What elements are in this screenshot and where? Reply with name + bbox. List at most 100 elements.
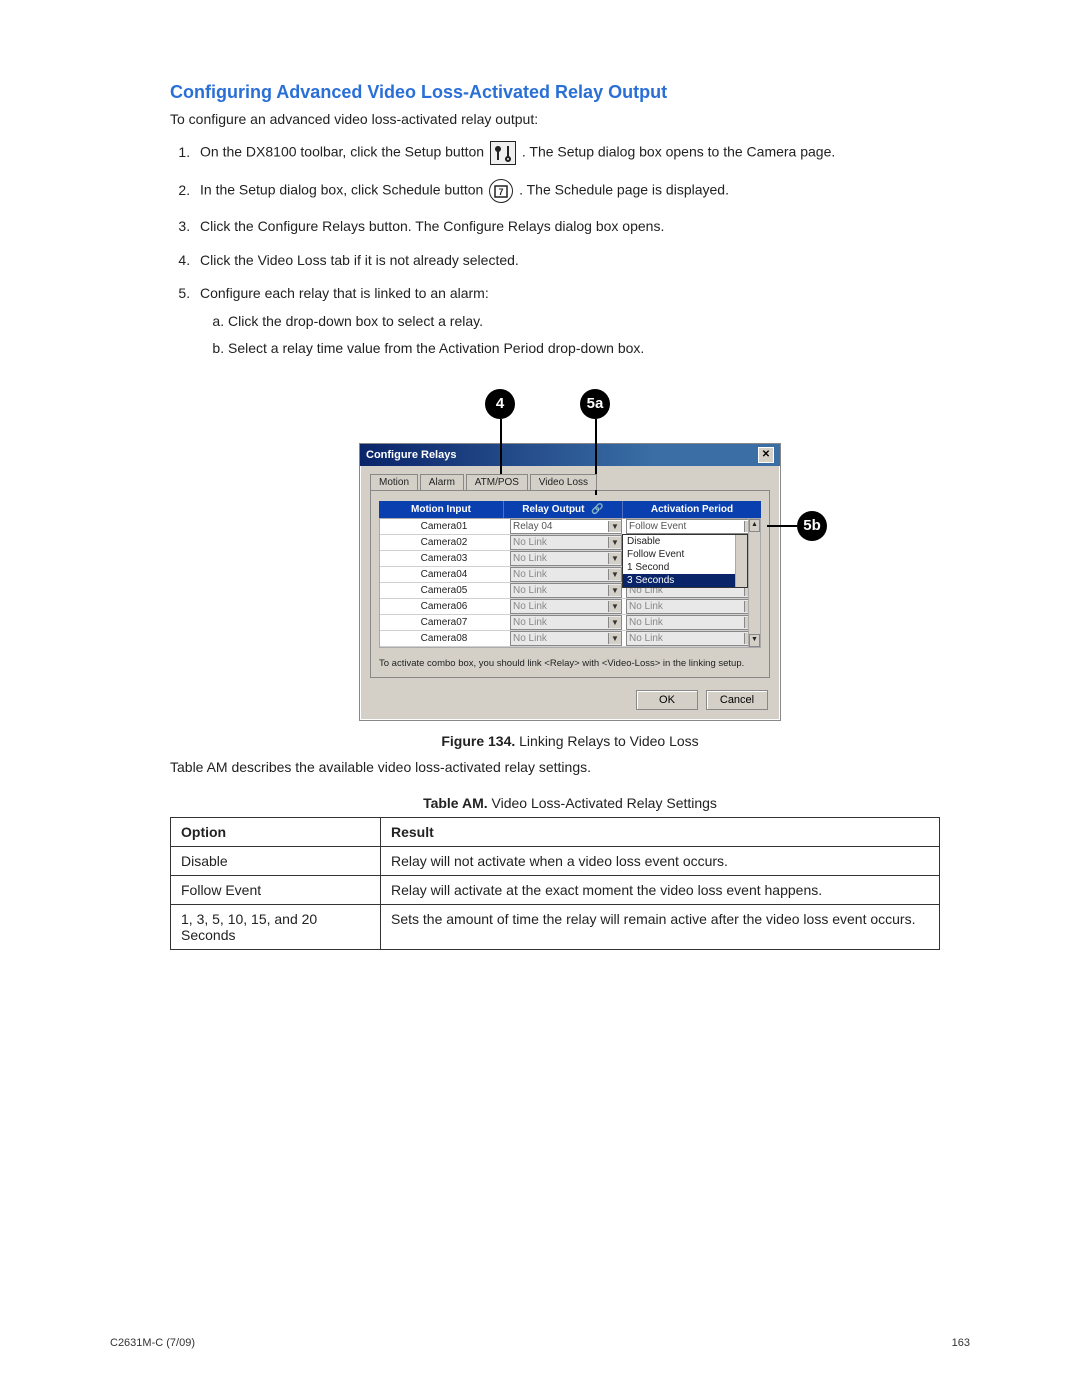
th-option: Option <box>171 817 381 846</box>
section-heading: Configuring Advanced Video Loss-Activate… <box>170 82 970 103</box>
cell-relay-output: No Link▼ <box>508 583 624 598</box>
dropdown-scrollbar[interactable] <box>735 535 747 587</box>
tab-alarm[interactable]: Alarm <box>420 474 464 490</box>
cell-relay-output: No Link▼ <box>508 535 624 550</box>
table-intro: Table AM describes the available video l… <box>170 759 970 775</box>
settings-table: Option Result DisableRelay will not acti… <box>170 817 940 950</box>
col-activation-period: Activation Period <box>623 501 761 518</box>
grid-body: Camera01Relay 04▼Follow Event▼Camera02No… <box>379 518 761 648</box>
tab-motion[interactable]: Motion <box>370 474 418 490</box>
th-result: Result <box>381 817 940 846</box>
cell-result: Relay will not activate when a video los… <box>381 846 940 875</box>
cell-motion-input: Camera02 <box>380 537 508 548</box>
chevron-down-icon: ▼ <box>608 569 621 580</box>
table-caption: Table AM. Video Loss-Activated Relay Set… <box>170 795 970 811</box>
step-1: On the DX8100 toolbar, click the Setup b… <box>194 141 970 165</box>
table-header-row: Option Result <box>171 817 940 846</box>
cell-motion-input: Camera06 <box>380 601 508 612</box>
ok-button[interactable]: OK <box>636 690 698 710</box>
cell-activation-period: Follow Event▼ <box>624 519 760 534</box>
dropdown-option[interactable]: 1 Second <box>623 561 747 574</box>
cell-motion-input: Camera08 <box>380 633 508 644</box>
cell-relay-output: No Link▼ <box>508 615 624 630</box>
relay-output-select: No Link▼ <box>510 631 622 646</box>
relay-output-select: No Link▼ <box>510 615 622 630</box>
chevron-down-icon: ▼ <box>608 633 621 644</box>
dropdown-option[interactable]: Disable <box>623 535 747 548</box>
relay-output-select[interactable]: Relay 04▼ <box>510 519 622 534</box>
callout-4-line <box>500 419 502 479</box>
table-row: Camera06No Link▼No Link▼ <box>380 599 760 615</box>
footer-right: 163 <box>952 1337 970 1349</box>
tab-atmpos[interactable]: ATM/POS <box>466 474 528 490</box>
chevron-down-icon[interactable]: ▼ <box>608 521 621 532</box>
step-5a: Click the drop-down box to select a rela… <box>228 312 970 332</box>
cell-result: Relay will activate at the exact moment … <box>381 875 940 904</box>
relay-output-select: No Link▼ <box>510 583 622 598</box>
table-row: Camera07No Link▼No Link▼ <box>380 615 760 631</box>
activation-period-dropdown[interactable]: DisableFollow Event1 Second3 Seconds <box>622 534 748 588</box>
table-row: Camera08No Link▼No Link▼ <box>380 631 760 647</box>
cell-activation-period: No Link▼ <box>624 631 760 646</box>
step-3: Click the Configure Relays button. The C… <box>194 217 970 237</box>
tab-video-loss[interactable]: Video Loss <box>530 474 597 490</box>
callout-5b: 5b <box>797 511 827 541</box>
page-footer: C2631M-C (7/09) 163 <box>110 1337 970 1349</box>
activation-period-select: No Link▼ <box>626 615 758 630</box>
cell-motion-input: Camera04 <box>380 569 508 580</box>
relay-output-select: No Link▼ <box>510 567 622 582</box>
callout-5a: 5a <box>580 389 610 419</box>
cell-activation-period: No Link▼ <box>624 599 760 614</box>
table-row: Camera01Relay 04▼ Follow Event▼ <box>380 519 760 535</box>
cell-relay-output: No Link▼ <box>508 551 624 566</box>
close-icon[interactable]: ✕ <box>758 447 774 463</box>
grid-header: Motion Input Relay Output 🔗 Activation P… <box>379 501 761 518</box>
cell-option: 1, 3, 5, 10, 15, and 20 Seconds <box>171 904 381 949</box>
cell-relay-output: No Link▼ <box>508 599 624 614</box>
setup-icon <box>490 141 516 165</box>
col-motion-input: Motion Input <box>379 501 504 518</box>
chevron-down-icon: ▼ <box>608 553 621 564</box>
activation-period-select: No Link▼ <box>626 631 758 646</box>
chevron-down-icon: ▼ <box>608 601 621 612</box>
step-5b: Select a relay time value from the Activ… <box>228 339 970 359</box>
cell-relay-output: Relay 04▼ <box>508 519 624 534</box>
scroll-up-icon[interactable]: ▲ <box>749 519 760 532</box>
dialog-title: Configure Relays <box>366 449 456 461</box>
tab-panel-video-loss: Motion Input Relay Output 🔗 Activation P… <box>370 490 770 678</box>
cell-result: Sets the amount of time the relay will r… <box>381 904 940 949</box>
cell-relay-output: No Link▼ <box>508 631 624 646</box>
callout-5b-line <box>767 525 797 527</box>
chevron-down-icon: ▼ <box>608 537 621 548</box>
relay-output-select: No Link▼ <box>510 535 622 550</box>
table-row: 1, 3, 5, 10, 15, and 20 SecondsSets the … <box>171 904 940 949</box>
grid-scrollbar[interactable]: ▲ ▼ <box>748 519 760 647</box>
step-1-text-b: . The Setup dialog box opens to the Came… <box>522 144 835 160</box>
cancel-button[interactable]: Cancel <box>706 690 768 710</box>
configure-relays-dialog: Configure Relays ✕ Motion Alarm ATM/POS … <box>359 443 781 721</box>
figure-caption-label: Figure 134. <box>441 733 515 749</box>
activation-period-select: No Link▼ <box>626 599 758 614</box>
activation-period-select[interactable]: Follow Event▼ <box>626 519 758 534</box>
schedule-icon: 7 <box>489 179 513 203</box>
chevron-down-icon: ▼ <box>608 617 621 628</box>
cell-motion-input: Camera07 <box>380 617 508 628</box>
dialog-hint-text: To activate combo box, you should link <… <box>379 658 761 669</box>
figure-134: 4 5a Configure Relays ✕ Motion Alarm ATM… <box>355 389 785 721</box>
cell-motion-input: Camera03 <box>380 553 508 564</box>
dialog-tabs: Motion Alarm ATM/POS Video Loss <box>370 474 770 490</box>
cell-motion-input: Camera01 <box>380 521 508 532</box>
step-1-text-a: On the DX8100 toolbar, click the Setup b… <box>200 144 488 160</box>
table-caption-label: Table AM. <box>423 795 488 811</box>
col-relay-output-label: Relay Output <box>522 504 584 515</box>
step-4: Click the Video Loss tab if it is not al… <box>194 251 970 271</box>
link-icon: 🔗 <box>591 504 603 515</box>
step-5-text: Configure each relay that is linked to a… <box>200 285 489 301</box>
scroll-down-icon[interactable]: ▼ <box>749 634 760 647</box>
step-2: In the Setup dialog box, click Schedule … <box>194 179 970 203</box>
cell-option: Disable <box>171 846 381 875</box>
dropdown-option[interactable]: 3 Seconds <box>623 574 747 587</box>
svg-text:7: 7 <box>499 187 504 197</box>
dropdown-option[interactable]: Follow Event <box>623 548 747 561</box>
cell-activation-period: No Link▼ <box>624 615 760 630</box>
